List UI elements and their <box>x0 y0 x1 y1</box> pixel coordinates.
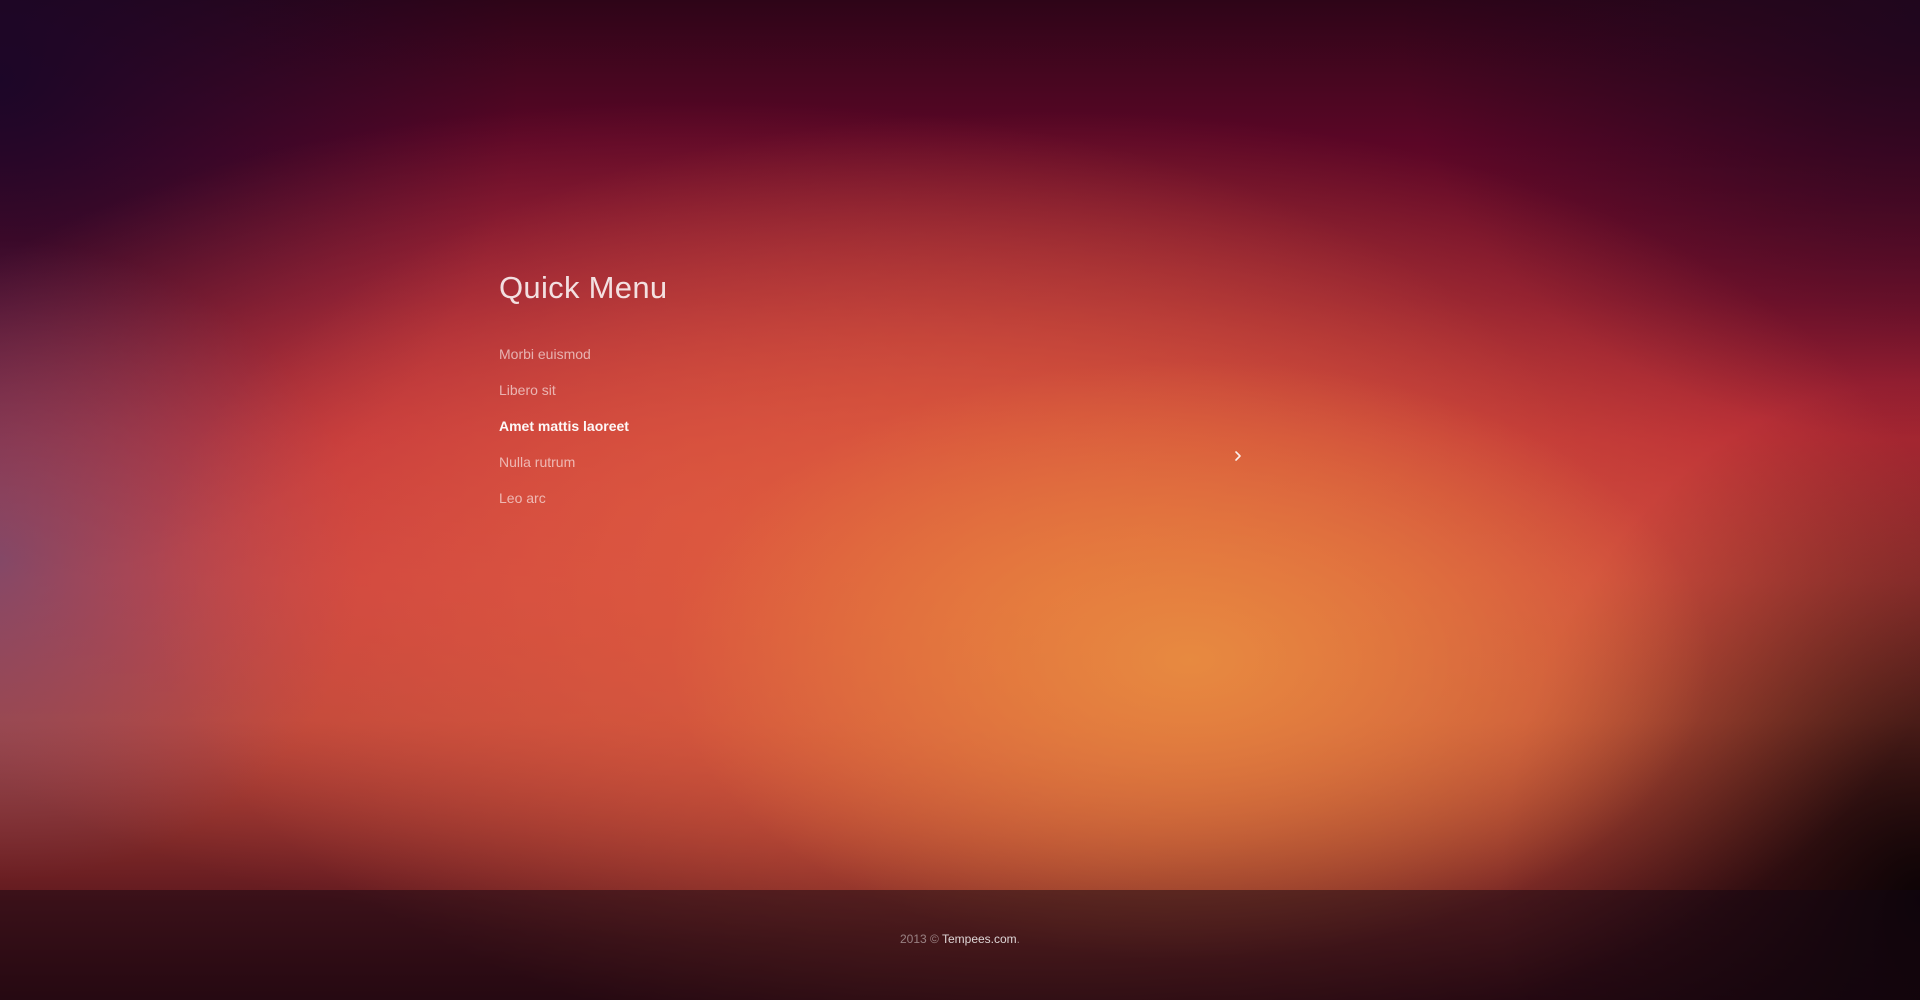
menu-item-amet-mattis-laoreet[interactable]: Amet mattis laoreet <box>499 408 667 444</box>
menu-list: Morbi euismod Libero sit Amet mattis lao… <box>499 336 667 516</box>
menu-item-leo-arc[interactable]: Leo arc <box>499 480 667 516</box>
page-background: Quick Menu Morbi euismod Libero sit Amet… <box>0 0 1920 1000</box>
quick-menu: Quick Menu Morbi euismod Libero sit Amet… <box>499 270 667 516</box>
footer: 2013 © Tempees.com. <box>0 890 1920 1000</box>
menu-item-morbi-euismod[interactable]: Morbi euismod <box>499 336 667 372</box>
menu-item-nulla-rutrum[interactable]: Nulla rutrum <box>499 444 667 480</box>
quick-menu-title: Quick Menu <box>499 270 668 305</box>
copyright-line: 2013 © Tempees.com. <box>900 931 1020 947</box>
next-button[interactable] <box>1228 444 1248 468</box>
footer-period: . <box>1016 932 1021 946</box>
site-link[interactable]: Tempees.com <box>942 932 1017 946</box>
chevron-right-icon <box>1235 451 1241 461</box>
copyright-text: 2013 © <box>899 932 939 946</box>
menu-item-libero-sit[interactable]: Libero sit <box>499 372 667 408</box>
